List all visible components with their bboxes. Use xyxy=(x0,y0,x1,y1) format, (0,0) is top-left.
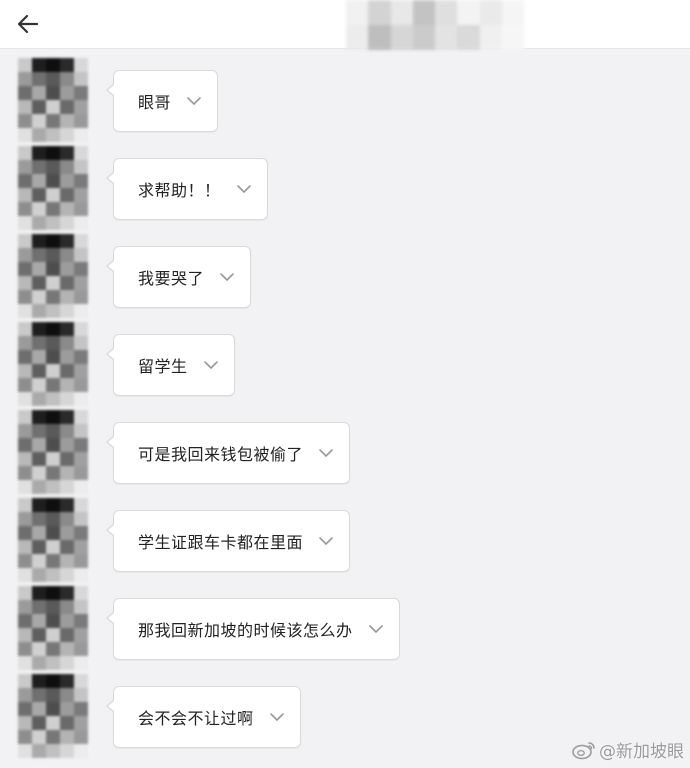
avatar[interactable] xyxy=(18,498,88,582)
message-row: 那我回新加坡的时候该怎么办 xyxy=(0,584,690,672)
message-text: 学生证跟车卡都在里面 xyxy=(138,533,304,552)
chevron-down-icon[interactable] xyxy=(218,268,236,286)
message-bubble[interactable]: 可是我回来钱包被偷了 xyxy=(105,422,351,484)
chevron-down-icon[interactable] xyxy=(317,444,335,462)
message-text: 会不会不让过啊 xyxy=(138,709,254,728)
message-text: 眼哥 xyxy=(138,93,172,112)
chevron-down-icon[interactable] xyxy=(268,708,286,726)
message-row: 我要哭了 xyxy=(0,232,690,320)
avatar[interactable] xyxy=(18,410,88,494)
message-row: 可是我回来钱包被偷了 xyxy=(0,408,690,496)
chevron-down-icon[interactable] xyxy=(235,180,253,198)
message-bubble[interactable]: 会不会不让过啊 xyxy=(106,686,301,748)
message-text: 求帮助！！ xyxy=(138,181,221,200)
chat-title-pixelated xyxy=(346,0,524,50)
message-bubble[interactable]: 那我回新加坡的时候该怎么办 xyxy=(106,598,400,660)
chevron-down-icon[interactable] xyxy=(185,92,203,110)
message-bubble[interactable]: 留学生 xyxy=(106,334,235,396)
chevron-down-icon[interactable] xyxy=(367,620,385,638)
message-text: 留学生 xyxy=(138,357,188,376)
weibo-logo-icon xyxy=(572,741,595,759)
message-text: 可是我回来钱包被偷了 xyxy=(138,445,304,464)
avatar[interactable] xyxy=(18,322,88,406)
arrow-left-icon xyxy=(17,14,39,34)
message-row: 留学生 xyxy=(0,320,690,408)
chevron-down-icon[interactable] xyxy=(317,532,335,550)
watermark: @新加坡眼 xyxy=(571,737,684,762)
message-row: 学生证跟车卡都在里面 xyxy=(0,496,690,584)
message-bubble[interactable]: 学生证跟车卡都在里面 xyxy=(105,510,351,572)
avatar[interactable] xyxy=(18,586,88,670)
avatar[interactable] xyxy=(18,146,88,230)
message-bubble[interactable]: 求帮助！！ xyxy=(106,158,268,220)
message-row: 求帮助！！ xyxy=(0,144,690,232)
message-bubble[interactable]: 我要哭了 xyxy=(105,246,252,308)
chevron-down-icon[interactable] xyxy=(202,356,220,374)
chat-header xyxy=(0,0,690,50)
message-text: 那我回新加坡的时候该怎么办 xyxy=(138,621,353,640)
avatar[interactable] xyxy=(18,674,88,758)
message-row: 眼哥 xyxy=(0,56,690,144)
back-button[interactable] xyxy=(12,8,44,40)
message-text: 我要哭了 xyxy=(138,269,205,288)
watermark-text: @新加坡眼 xyxy=(599,742,684,762)
avatar[interactable] xyxy=(18,58,88,142)
avatar[interactable] xyxy=(18,234,88,318)
message-bubble[interactable]: 眼哥 xyxy=(105,70,219,132)
